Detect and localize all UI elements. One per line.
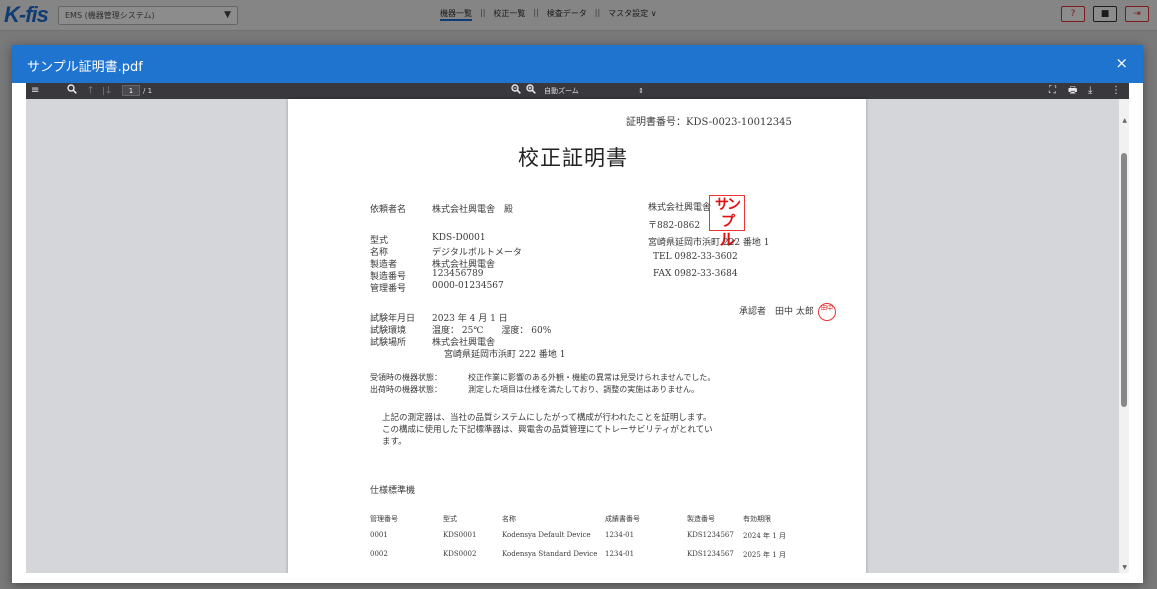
arrow-up-icon[interactable]: 🡑 xyxy=(88,84,93,98)
zoom-in-icon[interactable] xyxy=(526,84,536,98)
receive-value: 校正作業に影響のある外観・機能の異常は見受けられませんでした。 xyxy=(468,373,716,382)
device-value: KDS-D0001 xyxy=(432,233,486,243)
std-cell: KDS1234567 xyxy=(687,531,734,539)
std-cell: Kodensya Default Device xyxy=(502,531,591,539)
select-arrows-icon: ⇕ xyxy=(638,87,644,95)
issuer-address: 宮崎県延岡市浜町 222 番地 1 xyxy=(648,238,770,248)
issuer-tel: TEL 0982-33-3602 xyxy=(653,252,738,262)
device-label: 管理番号 xyxy=(370,284,407,294)
company-seal: サンプ ル xyxy=(709,195,745,248)
std-cell: Kodensya Standard Device xyxy=(502,550,598,558)
std-cell: 2024 年 1 月 xyxy=(743,532,786,540)
issuer-name: 株式会社興電舎 xyxy=(648,203,712,213)
download-icon[interactable]: ⤓ xyxy=(1088,84,1092,98)
modal-title: サンプル証明書.pdf xyxy=(27,60,143,75)
std-cell: KDS0001 xyxy=(443,531,477,539)
more-icon[interactable]: ⋮ xyxy=(1111,84,1121,98)
issuer-fax: FAX 0982-33-3684 xyxy=(653,269,738,279)
statement-line: 上記の測定器は、当社の品質システムにしたがって構成が行われたことを証明します。 xyxy=(382,413,712,423)
print-icon[interactable]: 🖶 xyxy=(1068,84,1077,98)
statement-line: ます。 xyxy=(382,437,407,447)
std-cell: KDS0002 xyxy=(443,550,477,558)
pdf-page: 証明書番号：KDS-0023-10012345 校正証明書 依頼者名 株式会社興… xyxy=(288,99,866,573)
separator: | xyxy=(102,86,105,95)
vertical-scrollbar[interactable]: ▲ ▼ xyxy=(1119,99,1129,573)
std-cell: 0002 xyxy=(370,550,388,558)
std-header: 製造番号 xyxy=(687,515,715,523)
std-cell: KDS1234567 xyxy=(687,550,734,558)
close-icon[interactable]: × xyxy=(1115,54,1128,72)
test-address: 宮崎県延岡市浜町 222 番地 1 xyxy=(444,350,566,360)
fullscreen-icon[interactable]: ⛶ xyxy=(1049,84,1056,98)
zoom-select[interactable]: 自動ズーム ⇕ xyxy=(540,85,646,97)
std-header: 名称 xyxy=(502,515,516,523)
std-header: 成績書番号 xyxy=(605,515,640,523)
ship-label: 出荷時の機器状態： xyxy=(370,385,442,394)
menu-icon[interactable]: ≡ xyxy=(31,84,39,98)
modal-header: サンプル証明書.pdf × xyxy=(12,45,1143,83)
approver-seal: 田中 xyxy=(818,303,836,321)
document-title: 校正証明書 xyxy=(518,146,628,170)
issuer-postal: 〒882-0862 xyxy=(648,221,701,231)
zoom-out-icon[interactable] xyxy=(511,84,521,98)
pdf-viewer: ≡ 🡑 | 🡓 1 / 1 自動ズーム ⇕ ⛶ 🖶 ⤓ ⋮ 証明書番号：KDS-… xyxy=(26,83,1129,573)
std-cell: 1234-01 xyxy=(605,531,635,539)
std-cell: 0001 xyxy=(370,531,388,539)
search-icon[interactable] xyxy=(67,84,77,98)
page-number-input[interactable]: 1 xyxy=(122,85,140,96)
receive-label: 受領時の機器状態： xyxy=(370,373,442,382)
scroll-up-icon[interactable]: ▲ xyxy=(1122,117,1127,124)
scrollbar-thumb[interactable] xyxy=(1121,153,1127,407)
ship-value: 測定した項目は仕様を満たしており、調整の実施はありません。 xyxy=(468,385,699,394)
std-header: 型式 xyxy=(443,515,457,523)
client-label: 依頼者名 xyxy=(370,205,407,215)
std-cell: 1234-01 xyxy=(605,550,635,558)
test-label: 試験場所 xyxy=(370,338,407,348)
pdf-toolbar: ≡ 🡑 | 🡓 1 / 1 自動ズーム ⇕ ⛶ 🖶 ⤓ ⋮ xyxy=(26,83,1129,99)
page-total: / 1 xyxy=(143,87,153,95)
device-value: 0000-01234567 xyxy=(432,281,504,291)
approver: 承認者 田中 太郎 xyxy=(739,307,814,317)
scroll-down-icon[interactable]: ▼ xyxy=(1122,564,1127,571)
seal-line-1: サンプ xyxy=(715,197,741,230)
arrow-down-icon[interactable]: 🡓 xyxy=(106,84,111,98)
std-cell: 2025 年 1 月 xyxy=(743,551,786,559)
std-header: 管理番号 xyxy=(370,515,398,523)
device-value: 123456789 xyxy=(432,269,484,279)
standards-title: 仕様標準機 xyxy=(370,486,416,496)
client-value: 株式会社興電舎 殿 xyxy=(432,205,514,215)
zoom-select-value: 自動ズーム xyxy=(544,87,579,95)
certificate-number: 証明書番号：KDS-0023-10012345 xyxy=(626,117,792,128)
pdf-preview-modal: サンプル証明書.pdf × ≡ 🡑 | 🡓 1 / 1 自動ズーム ⇕ ⛶ 🖶 … xyxy=(12,45,1143,583)
statement-line: この構成に使用した下記標準器は、興電舎の品質管理にてトレーサビリティがとれてい xyxy=(382,425,713,435)
std-header: 有効期限 xyxy=(743,515,771,523)
